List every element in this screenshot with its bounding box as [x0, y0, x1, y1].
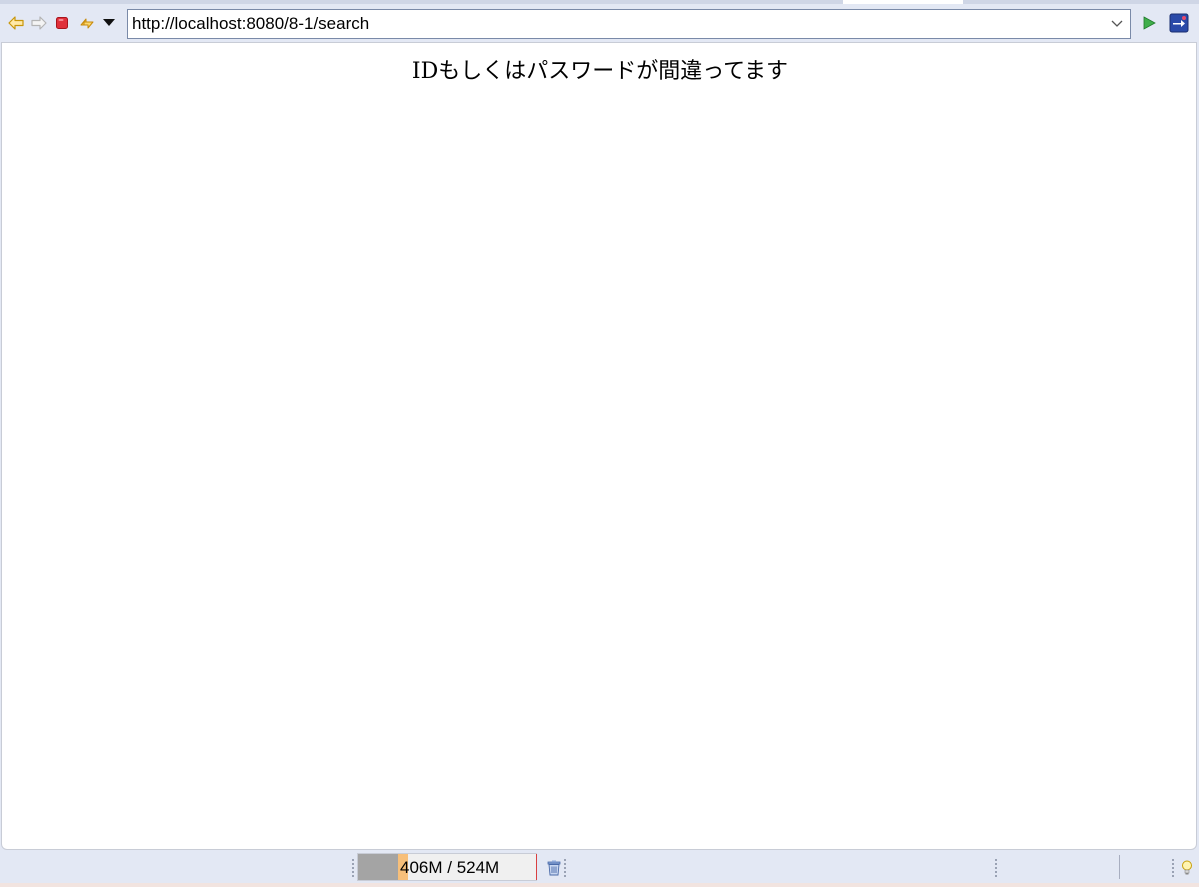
- back-arrow-icon: [8, 16, 24, 30]
- open-external-icon: [1169, 13, 1189, 33]
- heap-status-label: 406M / 524M: [400, 858, 500, 877]
- error-message: IDもしくはパスワードが間違ってます: [411, 59, 789, 84]
- go-play-icon: [1143, 16, 1156, 30]
- status-grip: [1172, 859, 1176, 877]
- stop-button[interactable]: [52, 12, 72, 34]
- window-bottom-edge: [0, 883, 1199, 887]
- heap-max-marker: [536, 854, 537, 880]
- tip-button[interactable]: [1178, 858, 1196, 878]
- status-separator: [1119, 855, 1120, 879]
- browser-window: IDもしくはパスワードが間違ってます 406M / 524M: [0, 0, 1199, 887]
- garbage-collect-button[interactable]: [545, 858, 563, 878]
- page-content-area: IDもしくはパスワードが間違ってます: [1, 42, 1197, 850]
- forward-button[interactable]: [29, 12, 49, 34]
- heap-status-indicator[interactable]: 406M / 524M: [357, 853, 537, 881]
- status-bar: 406M / 524M: [0, 851, 1199, 887]
- trash-icon: [547, 860, 561, 876]
- status-grip: [352, 859, 356, 877]
- url-history-dropdown[interactable]: [1108, 15, 1126, 33]
- navigation-menu-button[interactable]: [99, 12, 119, 34]
- lightbulb-icon: [1182, 860, 1192, 875]
- url-bar[interactable]: [127, 9, 1131, 39]
- forward-arrow-icon: [31, 16, 47, 30]
- heap-used-bar: [358, 854, 398, 880]
- chevron-down-icon: [1111, 20, 1123, 27]
- status-grip: [995, 859, 999, 877]
- navigation-toolbar: [0, 4, 1199, 42]
- go-button[interactable]: [1139, 12, 1159, 34]
- status-grip: [564, 859, 568, 877]
- refresh-icon: [80, 18, 94, 29]
- back-button[interactable]: [6, 12, 26, 34]
- dropdown-triangle-icon: [103, 19, 115, 26]
- url-input[interactable]: [132, 12, 1102, 36]
- refresh-button[interactable]: [76, 12, 96, 34]
- stop-icon: [56, 17, 68, 29]
- open-external-button[interactable]: [1169, 12, 1189, 34]
